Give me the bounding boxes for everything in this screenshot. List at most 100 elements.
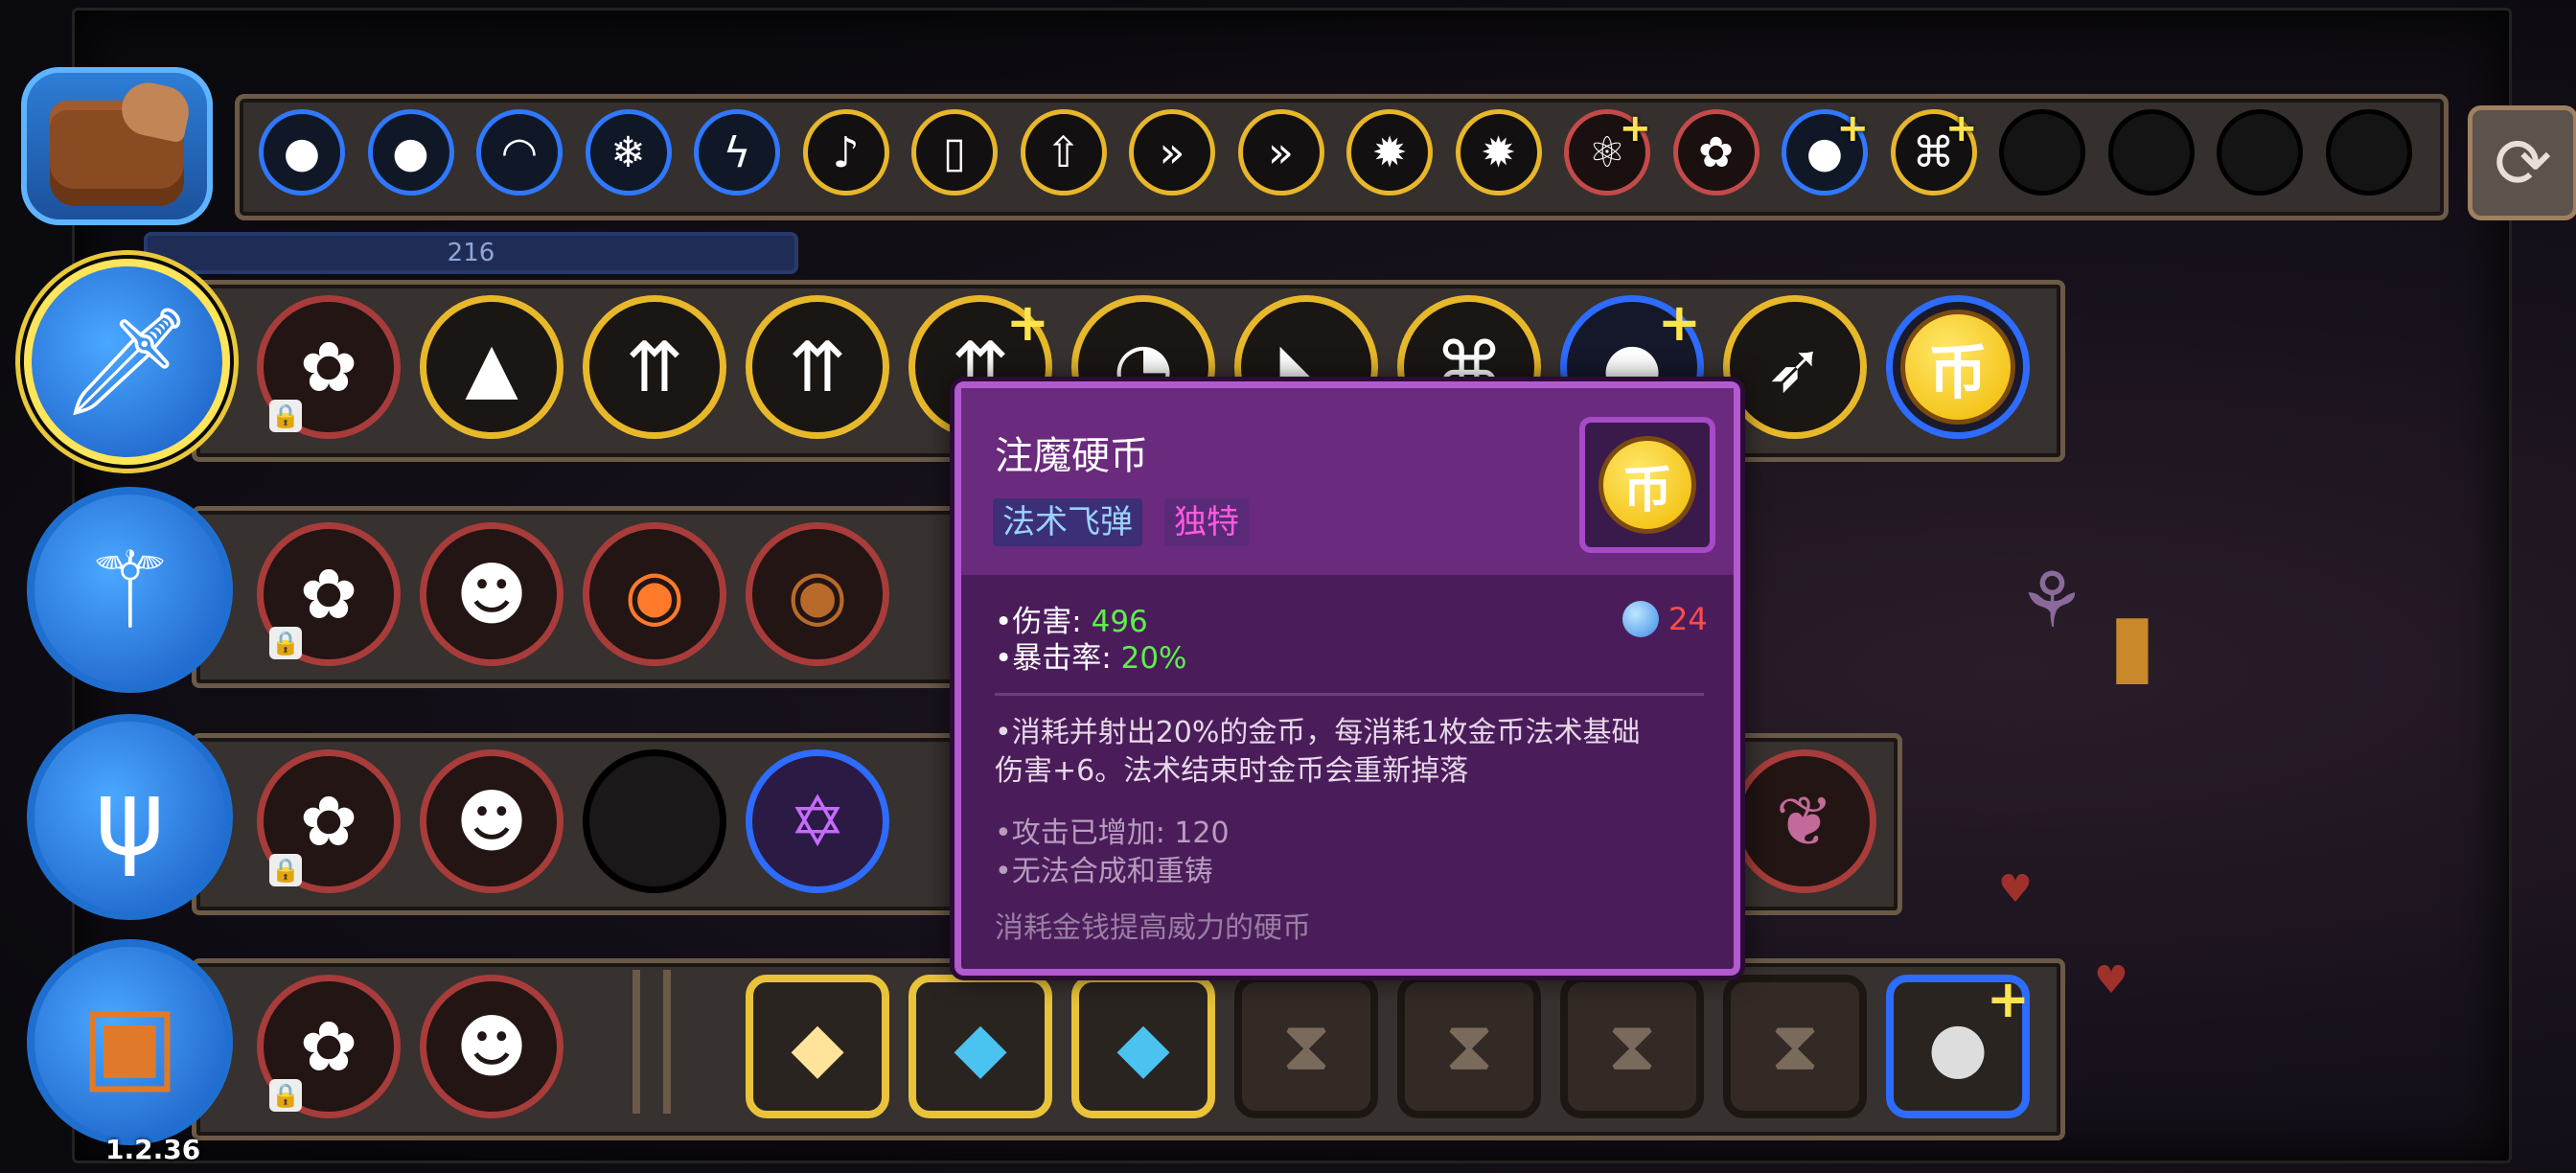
relic-slot[interactable]: ✿ 🔒 xyxy=(257,975,401,1118)
inventory-slot[interactable]: ♪ xyxy=(802,109,889,196)
tag-spell-missile: 法术飞弹 xyxy=(993,498,1142,546)
signal-slot[interactable]: ◉ xyxy=(583,522,726,666)
inventory-empty-slot[interactable] xyxy=(2107,109,2195,196)
crit-label: •暴击率: xyxy=(995,641,1112,676)
inventory-empty-slot[interactable] xyxy=(2325,109,2412,196)
tooltip-separator xyxy=(995,693,1704,696)
weapon-sword[interactable]: 🗡 xyxy=(24,259,230,465)
double-chevron-icon: » xyxy=(1268,127,1294,177)
sun-icon: ✹ xyxy=(1481,127,1516,177)
inventory-slot[interactable]: ● + xyxy=(1782,106,1869,196)
spirit-slot[interactable]: ☻ xyxy=(420,522,564,666)
mana-cost: 24 xyxy=(1622,601,1708,637)
spirit-slot[interactable]: ☻ xyxy=(420,749,564,893)
relic-slot[interactable]: ✿ 🔒 xyxy=(257,749,401,893)
relic-slot[interactable]: ✿ 🔒 xyxy=(257,522,401,666)
gold-crystal-icon: ◆ xyxy=(791,1006,844,1087)
inventory-slot[interactable]: ❄ xyxy=(585,109,672,196)
weapon-branch-staff[interactable]: ψ xyxy=(27,714,233,920)
inventory-slot[interactable]: ⌘ + xyxy=(1890,106,1978,196)
weapon-staff[interactable]: ⚚ xyxy=(27,487,233,693)
inventory-slot[interactable]: ✹ xyxy=(1455,109,1542,196)
inventory-empty-slot[interactable] xyxy=(1999,109,2085,196)
leaf-icon: ❦ xyxy=(1775,781,1834,862)
crystal-slot[interactable]: ◆ xyxy=(1071,975,1215,1118)
hourglass-icon: ⧗ xyxy=(1444,1005,1494,1086)
leaf-slot[interactable]: ❦ xyxy=(1733,749,1876,893)
fire-arrow-slot[interactable]: ➶ xyxy=(1723,295,1867,439)
signal-slot[interactable]: ◉ xyxy=(746,522,889,666)
inventory-slot[interactable]: ◠ xyxy=(476,109,563,196)
inventory-slot[interactable]: ϟ xyxy=(694,109,780,196)
signal-icon: ◉ xyxy=(624,554,685,634)
staff-icon: ⚚ xyxy=(82,528,177,652)
crit-stat: •暴击率: 20% xyxy=(995,633,1187,677)
inventory-empty-slot[interactable] xyxy=(2217,109,2303,196)
inventory-slot[interactable]: ● xyxy=(367,109,454,196)
lock-icon: 🔒 xyxy=(269,400,302,432)
sword-icon: 🗡 xyxy=(59,300,195,423)
weapon-spellbook[interactable]: ▣ xyxy=(27,939,233,1145)
branch-staff-icon: ψ xyxy=(95,755,165,879)
relic-slot[interactable]: ✿ 🔒 xyxy=(257,295,401,439)
torch-sprite: ▮ xyxy=(2108,594,2156,695)
inventory-slot[interactable]: ✹ xyxy=(1346,109,1433,196)
spirit-icon: ☻ xyxy=(455,781,528,862)
inventory-slot[interactable]: » xyxy=(1237,109,1324,196)
bag-button[interactable] xyxy=(21,67,213,225)
blue-crystal-icon: ◆ xyxy=(954,1006,1007,1087)
item-tooltip: 注魔硬币 法术飞弹 独特 币 •伤害: 496 •暴击率: 20% 24 •消耗… xyxy=(954,381,1740,976)
rainbow-arrows-slot[interactable]: ▲ xyxy=(420,295,564,439)
spellbook-icon: ▣ xyxy=(80,980,180,1104)
lock-icon: 🔒 xyxy=(269,627,302,659)
cooldown-slot[interactable]: ⧗ xyxy=(1234,975,1378,1118)
crit-value: 20% xyxy=(1120,641,1187,676)
craft-line: •无法合成和重铸 xyxy=(995,855,1213,888)
tooltip-icon-frame: 币 xyxy=(1579,417,1715,553)
inventory-slot[interactable]: ▯ xyxy=(911,109,998,196)
mouse-icon: ▯ xyxy=(942,127,967,177)
inventory-slot[interactable]: ⚛ + xyxy=(1564,106,1651,196)
mana-icon xyxy=(1622,601,1659,637)
coin-icon: 币 xyxy=(1598,436,1696,534)
triple-arrow-icon: ⇧ xyxy=(1046,127,1081,177)
inventory-slot[interactable]: ● xyxy=(259,109,345,196)
version-label: 1.2.36 xyxy=(105,1134,201,1165)
ice-shard-icon: ❄ xyxy=(610,127,646,177)
tree-sprite: ⚘ xyxy=(2017,556,2086,645)
stone-icon: ● xyxy=(392,127,429,177)
plus-icon: + xyxy=(1619,106,1651,150)
cooldown-slot[interactable]: ⧗ xyxy=(1723,975,1867,1118)
heart-icon: ♥ xyxy=(1998,867,2033,911)
empty-slot[interactable] xyxy=(583,749,726,893)
lock-icon: 🔒 xyxy=(269,854,302,886)
plus-icon: + xyxy=(1005,292,1049,353)
coin-slot[interactable]: 币 xyxy=(1886,295,2030,439)
stone-slot[interactable]: ● + xyxy=(1886,969,2030,1118)
plus-icon: + xyxy=(1944,106,1978,150)
triple-arrow-icon: ⇈ xyxy=(625,327,684,407)
triple-arrow-slot[interactable]: ⇈ xyxy=(583,295,726,439)
cooldown-slot[interactable]: ⧗ xyxy=(1560,975,1704,1118)
tooltip-description: •消耗并射出20%的金币，每消耗1枚金币法术基础 伤害+6。法术结束时金币会重新… xyxy=(995,714,1723,791)
heart-icon: ♥ xyxy=(2094,958,2128,1002)
crystal-slot[interactable]: ◆ xyxy=(908,975,1052,1118)
refresh-button[interactable]: ⟳ xyxy=(2468,105,2576,220)
cooldown-slot[interactable]: ⧗ xyxy=(1397,975,1541,1118)
plus-icon: + xyxy=(1657,292,1701,353)
plus-icon: + xyxy=(1836,106,1869,150)
coin-icon: 币 xyxy=(1900,310,2015,425)
inventory-slot[interactable]: ⇧ xyxy=(1020,109,1107,196)
desc-line-2: 伤害+6。法术结束时金币会重新掉落 xyxy=(995,754,1469,788)
inventory-slot[interactable]: ✿ xyxy=(1672,109,1760,196)
spirit-slot[interactable]: ☻ xyxy=(420,975,564,1118)
triple-arrow-slot[interactable]: ⇈ xyxy=(746,295,889,439)
refresh-icon: ⟳ xyxy=(2494,123,2552,203)
spirit-icon: ☻ xyxy=(455,1006,528,1087)
hourglass-icon: ⧗ xyxy=(1281,1005,1331,1086)
crystal-slot[interactable]: ◆ xyxy=(746,975,889,1118)
hexagram-slot[interactable]: ✡ xyxy=(746,749,889,893)
signal-icon: ◉ xyxy=(787,554,848,634)
mana-cost-value: 24 xyxy=(1668,601,1708,637)
inventory-slot[interactable]: » xyxy=(1129,109,1215,196)
